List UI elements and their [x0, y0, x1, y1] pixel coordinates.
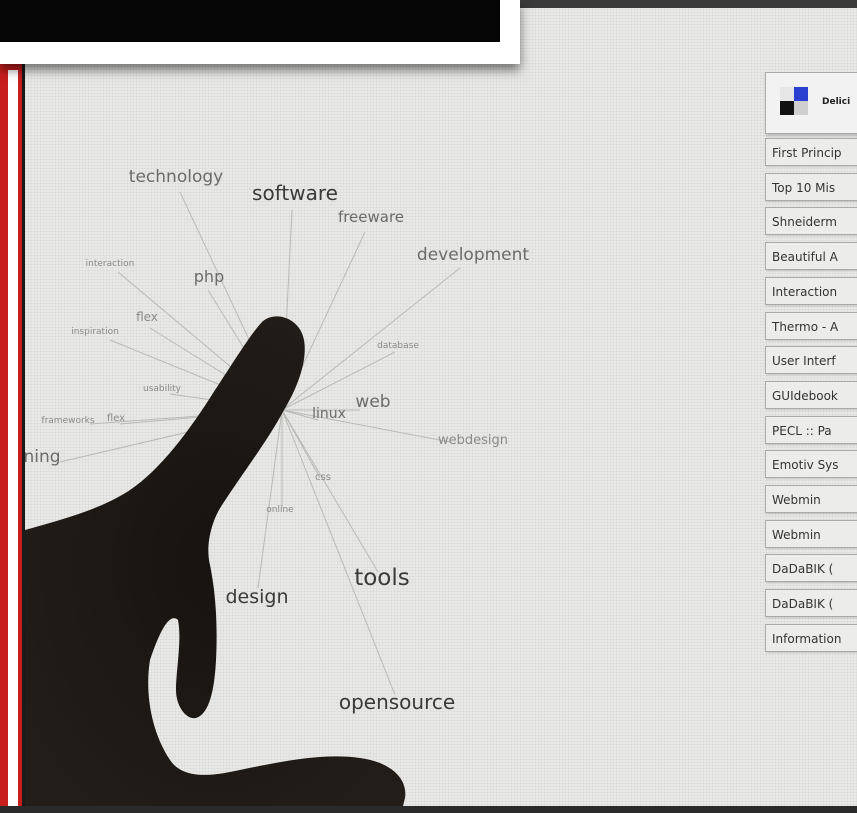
tag-css[interactable]: css [315, 472, 331, 483]
logo-square-blue [794, 87, 808, 101]
tag-tools[interactable]: tools [354, 565, 410, 591]
tag-technology[interactable]: technology [129, 167, 223, 187]
bookmark-item[interactable]: GUIdebook [765, 380, 857, 409]
tag-opensource[interactable]: opensource [339, 690, 455, 714]
tag-edge-flex [149, 327, 283, 411]
tag-php[interactable]: php [194, 267, 224, 286]
tag-web[interactable]: web [355, 392, 390, 412]
tag-edge-php [207, 289, 283, 411]
tag-frameworks[interactable]: frameworks [41, 416, 94, 426]
tag-edge-design [257, 409, 283, 589]
bookmark-item[interactable]: Webmin [765, 485, 857, 513]
bookmark-item[interactable]: First Princip [765, 138, 857, 166]
bookmark-item[interactable]: User Interf [765, 346, 857, 375]
tag-software[interactable]: software [252, 181, 338, 205]
tag-online[interactable]: online [266, 505, 294, 515]
tag-design[interactable]: design [225, 586, 288, 608]
tag-edge-software [281, 209, 293, 411]
bookmark-item[interactable]: Shneiderm [765, 207, 857, 236]
tag-flex2[interactable]: flex [107, 413, 125, 424]
bookmarks-panel: Delici First Princip Top 10 Mis Shneiderm B… [763, 72, 857, 662]
monitor-bezel-bottom [0, 806, 857, 813]
tag-edge-inspiration [109, 339, 283, 411]
tag-graph: technology softwarefreeware development int… [23, 167, 529, 714]
delicious-logo[interactable]: Delici [765, 72, 857, 134]
tag-webdesign[interactable]: webdesign [438, 433, 508, 448]
bookmark-item[interactable]: Beautiful A [765, 242, 857, 271]
tag-edge-freeware [281, 231, 366, 411]
logo-text: Delici [822, 97, 851, 107]
tag-edge-webdesign [281, 409, 451, 443]
bookmark-item[interactable]: Thermo - A [765, 311, 857, 340]
tag-edge-tools [281, 409, 379, 573]
tag-edge-development [281, 267, 461, 411]
tag-development[interactable]: development [417, 245, 529, 265]
tag-inspiration[interactable]: inspiration [71, 327, 119, 337]
tag-programming[interactable]: ning [23, 447, 60, 467]
tag-edge-flex2 [119, 409, 283, 425]
bookmark-item[interactable]: Emotiv Sys [765, 450, 857, 479]
bookmark-item[interactable]: Information [765, 623, 857, 652]
overlay-window [0, 0, 520, 64]
tag-linux[interactable]: linux [312, 406, 346, 422]
tag-database[interactable]: database [377, 341, 419, 351]
tag-freeware[interactable]: freeware [338, 208, 404, 226]
bookmark-item[interactable]: PECL :: Pa [765, 415, 857, 444]
logo-square-light [780, 87, 794, 101]
logo-square-black [780, 101, 794, 115]
bookmark-item[interactable]: Interaction [765, 276, 857, 305]
bookmark-item[interactable]: Webmin [765, 519, 857, 548]
tag-flex[interactable]: flex [136, 310, 158, 324]
bookmark-item[interactable]: DaDaBIK ( [765, 589, 857, 618]
tag-interaction[interactable]: interaction [86, 259, 135, 269]
overlay-window-titlebar [0, 0, 500, 42]
tag-edge-technology [179, 191, 283, 411]
bookmark-item[interactable]: Top 10 Mis [765, 172, 857, 201]
logo-square-gray [794, 101, 808, 115]
bookmark-item[interactable]: DaDaBIK ( [765, 554, 857, 583]
tag-edge-opensource [281, 409, 396, 696]
tag-usability[interactable]: usability [143, 384, 182, 394]
